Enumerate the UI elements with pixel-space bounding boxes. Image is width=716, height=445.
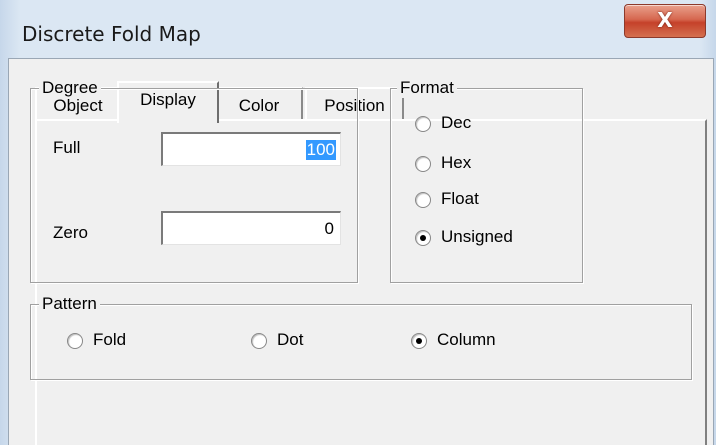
format-float-label: Float (441, 189, 479, 208)
close-icon: X (657, 8, 673, 32)
radio-selected-icon (415, 230, 431, 246)
radio-off-icon (415, 156, 431, 172)
format-legend: Format (397, 78, 457, 98)
title-bar[interactable]: Discrete Fold Map X (0, 0, 716, 58)
pattern-dot-label: Dot (277, 330, 304, 349)
dialog-window: Discrete Fold Map X Object Display Color… (0, 0, 716, 445)
format-dec-label: Dec (441, 113, 472, 132)
zero-label: Zero (53, 223, 88, 242)
radio-selected-icon (411, 333, 427, 349)
degree-group: Degree Full 100 Zero 0 (30, 78, 358, 283)
pattern-group: Pattern Fold Dot Column (30, 294, 692, 380)
full-label: Full (53, 138, 81, 157)
pattern-fold-label: Fold (93, 330, 127, 349)
pattern-legend: Pattern (39, 294, 100, 314)
degree-legend: Degree (39, 78, 101, 98)
zero-input[interactable]: 0 (161, 211, 341, 245)
format-hex-label: Hex (441, 153, 472, 172)
radio-off-icon (251, 333, 267, 349)
radio-off-icon (67, 333, 83, 349)
radio-off-icon (415, 192, 431, 208)
format-unsigned-label: Unsigned (441, 227, 513, 246)
full-value: 100 (305, 140, 336, 160)
close-button[interactable]: X (624, 4, 706, 38)
format-group: Format Dec Hex Float Unsigned (390, 78, 583, 283)
radio-off-icon (415, 116, 431, 132)
window-title: Discrete Fold Map (22, 22, 201, 46)
pattern-column-label: Column (437, 330, 496, 349)
full-input[interactable]: 100 (161, 132, 341, 166)
zero-value: 0 (324, 219, 334, 238)
